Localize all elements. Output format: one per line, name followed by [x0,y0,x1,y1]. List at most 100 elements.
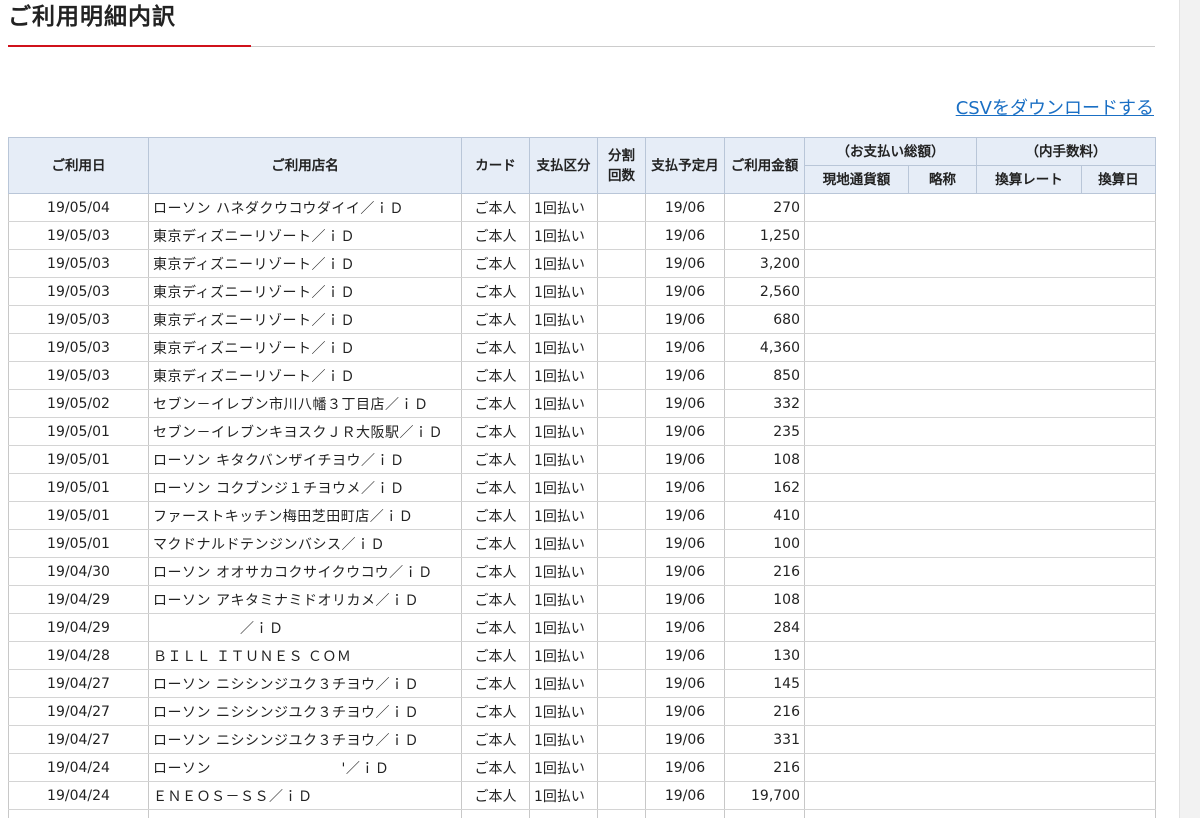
header-card[interactable]: カード [461,137,530,194]
cell-foreign-currency-empty [804,333,1156,362]
cell-pay-month [645,809,725,818]
cell-pay-month: 19/06 [645,277,725,306]
cell-pay-type: 1回払い [529,445,598,474]
cell-card: ご本人 [461,557,530,586]
cell-amount: 108 [724,445,805,474]
cell-amount: 331 [724,725,805,754]
header-fee-group: （内手数料） [976,137,1156,166]
cell-date: 19/04/24 [8,781,149,810]
cell-installments [597,277,646,306]
cell-pay-type: 1回払い [529,557,598,586]
cell-amount: 3,200 [724,249,805,278]
cell-date: 19/04/30 [8,557,149,586]
cell-amount: 284 [724,613,805,642]
cell-pay-type: 1回払い [529,529,598,558]
cell-date: 19/04/29 [8,613,149,642]
csv-download-link[interactable]: CSVをダウンロードする [956,94,1154,120]
cell-card: ご本人 [461,333,530,362]
cell-card: ご本人 [461,277,530,306]
header-installments[interactable]: 分割 回数 [597,137,646,194]
cell-installments [597,809,646,818]
cell-amount: 332 [724,389,805,418]
cell-installments [597,529,646,558]
vertical-scrollbar[interactable] [1179,0,1200,818]
cell-card: ご本人 [461,473,530,502]
table-row: 19/05/04 ローソン ハネダクウコウダイイ／ｉＤ ご本人 1回払い 19/06 27… [8,193,1156,222]
cell-foreign-currency-empty [804,725,1156,754]
cell-pay-type: 1回払い [529,389,598,418]
cell-foreign-currency-empty [804,501,1156,530]
cell-pay-month: 19/06 [645,221,725,250]
cell-card: ご本人 [461,669,530,698]
cell-shop: 東京ディズニーリゾート／ｉＤ [148,249,462,278]
cell-shop: 東京ディズニーリゾート／ｉＤ [148,305,462,334]
cell-pay-month: 19/06 [645,641,725,670]
cell-pay-type: 1回払い [529,641,598,670]
cell-foreign-currency-empty [804,557,1156,586]
header-rate[interactable]: 換算レート [976,165,1082,194]
cell-foreign-currency-empty [804,669,1156,698]
header-local-amount[interactable]: 現地通貨額 [804,165,909,194]
cell-pay-month: 19/06 [645,725,725,754]
header-shop[interactable]: ご利用店名 [148,137,462,194]
cell-date: 19/04/27 [8,669,149,698]
cell-pay-type: 1回払い [529,193,598,222]
cell-pay-month: 19/06 [645,697,725,726]
cell-shop: マクドナルドテンジンバシス／ｉＤ [148,529,462,558]
cell-installments [597,389,646,418]
table-row: 19/05/03 東京ディズニーリゾート／ｉＤ ご本人 1回払い 19/06 4,360 [8,333,1156,362]
header-total-group: （お支払い総額） [804,137,977,166]
cell-pay-month: 19/06 [645,501,725,530]
cell-installments [597,305,646,334]
header-pay-month[interactable]: 支払予定月 [645,137,725,194]
header-abbr[interactable]: 略称 [908,165,977,194]
table-row: 19/05/01 ファーストキッチン梅田芝田町店／ｉＤ ご本人 1回払い 19/06 41… [8,501,1156,530]
cell-installments [597,669,646,698]
cell-installments [597,697,646,726]
cell-amount: 216 [724,697,805,726]
cell-installments [597,193,646,222]
header-amount[interactable]: ご利用金額 [724,137,805,194]
cell-card: ご本人 [461,585,530,614]
cell-installments [597,585,646,614]
cell-card: ご本人 [461,305,530,334]
cell-card: ご本人 [461,753,530,782]
cell-amount: 100 [724,529,805,558]
statement-detail-page: ご利用明細内訳 CSVをダウンロードする ご利用日 ご利用店名 カード 支払区分 [0,0,1200,818]
header-pay-type[interactable]: 支払区分 [529,137,598,194]
page-title: ご利用明細内訳 [8,4,176,30]
cell-date: 19/04/24 [8,753,149,782]
cell-shop: ローソン コクブンジ１チヨウメ／ｉＤ [148,473,462,502]
cell-pay-type: 1回払い [529,361,598,390]
cell-pay-month: 19/06 [645,613,725,642]
cell-installments [597,361,646,390]
table-body: 19/05/04 ローソン ハネダクウコウダイイ／ｉＤ ご本人 1回払い 19/06 27… [8,193,1156,818]
table-row: 19/05/03 東京ディズニーリゾート／ｉＤ ご本人 1回払い 19/06 2,560 [8,277,1156,306]
cell-card: ご本人 [461,641,530,670]
table-row: 19/05/03 東京ディズニーリゾート／ｉＤ ご本人 1回払い 19/06 680 [8,305,1156,334]
cell-pay-month: 19/06 [645,529,725,558]
table-row: 19/05/01 マクドナルドテンジンバシス／ｉＤ ご本人 1回払い 19/06 100 [8,529,1156,558]
cell-pay-type: 1回払い [529,753,598,782]
cell-shop: ファーストキッチン梅田芝田町店／ｉＤ [148,501,462,530]
cell-foreign-currency-empty [804,361,1156,390]
cell-amount: 4,360 [724,333,805,362]
cell-installments [597,753,646,782]
cell-pay-month: 19/06 [645,781,725,810]
cell-amount: 145 [724,669,805,698]
header-date[interactable]: ご利用日 [8,137,149,194]
cell-date: 19/05/02 [8,389,149,418]
cell-amount: 680 [724,305,805,334]
cell-pay-month: 19/06 [645,445,725,474]
cell-date: 19/04/27 [8,725,149,754]
header-conv-date[interactable]: 換算日 [1081,165,1156,194]
cell-date: 19/05/01 [8,529,149,558]
cell-shop: セブン－イレブン市川八幡３丁目店／ｉＤ [148,389,462,418]
cell-card: ご本人 [461,361,530,390]
table-row: 19/04/28 ＢＩＬＬ ＩＴＵＮＥＳ ＣＯＭ ご本人 1回払い 19/06 130 [8,641,1156,670]
cell-amount: 1,250 [724,221,805,250]
cell-pay-type: 1回払い [529,725,598,754]
cell-shop: ローソン '／ｉＤ [148,753,462,782]
cell-pay-type: 1回払い [529,697,598,726]
cell-amount [724,809,805,818]
